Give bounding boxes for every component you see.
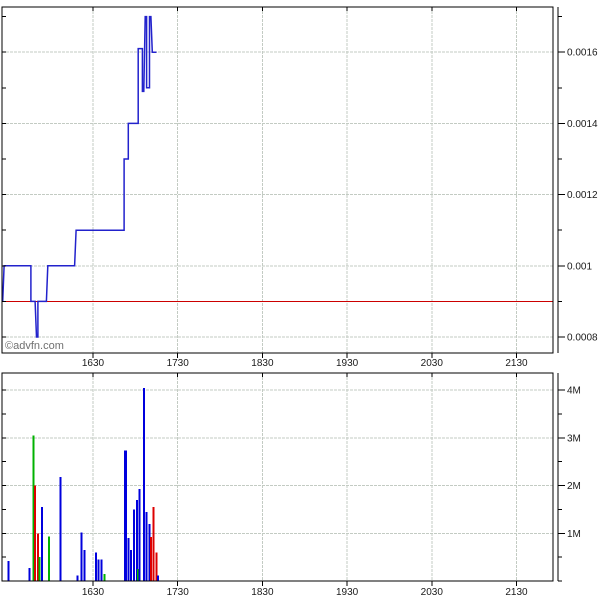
volume-bar bbox=[60, 477, 62, 581]
volume-bar bbox=[28, 568, 30, 581]
volume-bar bbox=[157, 575, 159, 581]
x-axis-label: 2030 bbox=[421, 587, 444, 598]
advfn-chart-page: 0.0016 0.0014 0.0012 0.001 0.0008 4M 3M 2M 1M 163… bbox=[0, 0, 600, 600]
volume-bar bbox=[136, 500, 138, 581]
y-axis-label: 1M bbox=[567, 529, 581, 540]
x-axis-label: 1830 bbox=[251, 587, 274, 598]
x-axis-label: 2030 bbox=[421, 358, 444, 369]
volume-bar bbox=[41, 507, 43, 581]
volume-bar bbox=[146, 512, 148, 581]
volume-bar bbox=[81, 532, 83, 581]
y-axis-label: 4M bbox=[567, 386, 581, 397]
volume-bar bbox=[34, 486, 36, 581]
volume-bar bbox=[100, 560, 102, 581]
volume-bar bbox=[133, 509, 135, 581]
volume-bar bbox=[98, 560, 100, 581]
volume-bar bbox=[150, 537, 152, 581]
chart-background bbox=[0, 0, 600, 600]
x-axis-label: 1830 bbox=[251, 358, 274, 369]
y-axis-label: 0.0012 bbox=[567, 190, 598, 201]
price-volume-chart: 0.0016 0.0014 0.0012 0.001 0.0008 4M 3M 2M 1M 163… bbox=[0, 0, 600, 600]
volume-bar bbox=[143, 388, 145, 581]
y-axis-label: 3M bbox=[567, 433, 581, 444]
x-axis-label: 1630 bbox=[82, 358, 105, 369]
x-axis-label: 1930 bbox=[336, 358, 359, 369]
x-axis-label: 1730 bbox=[167, 587, 190, 598]
x-axis-label: 1730 bbox=[167, 358, 190, 369]
y-axis-label: 0.0016 bbox=[567, 48, 598, 59]
volume-bar bbox=[95, 552, 97, 581]
volume-bar bbox=[84, 550, 86, 581]
volume-bar bbox=[7, 561, 9, 581]
y-axis-label: 0.0014 bbox=[567, 119, 598, 130]
volume-bar bbox=[127, 538, 129, 581]
volume-bar bbox=[38, 557, 40, 581]
volume-bar bbox=[130, 550, 132, 581]
y-axis-label: 2M bbox=[567, 481, 581, 492]
volume-bar bbox=[153, 507, 155, 581]
y-axis-label: 0.001 bbox=[567, 261, 592, 272]
x-axis-label: 2130 bbox=[505, 587, 528, 598]
x-axis-label: 2130 bbox=[505, 358, 528, 369]
volume-bar bbox=[76, 575, 78, 581]
y-axis-label: 0.0008 bbox=[567, 332, 598, 343]
volume-bar bbox=[48, 537, 50, 581]
x-axis-label: 1630 bbox=[82, 587, 105, 598]
volume-bar bbox=[103, 574, 105, 581]
volume-bar bbox=[124, 450, 127, 581]
x-axis-label: 1930 bbox=[336, 587, 359, 598]
volume-bar bbox=[139, 489, 141, 581]
advfn-watermark: ©advfn.com bbox=[5, 340, 64, 352]
